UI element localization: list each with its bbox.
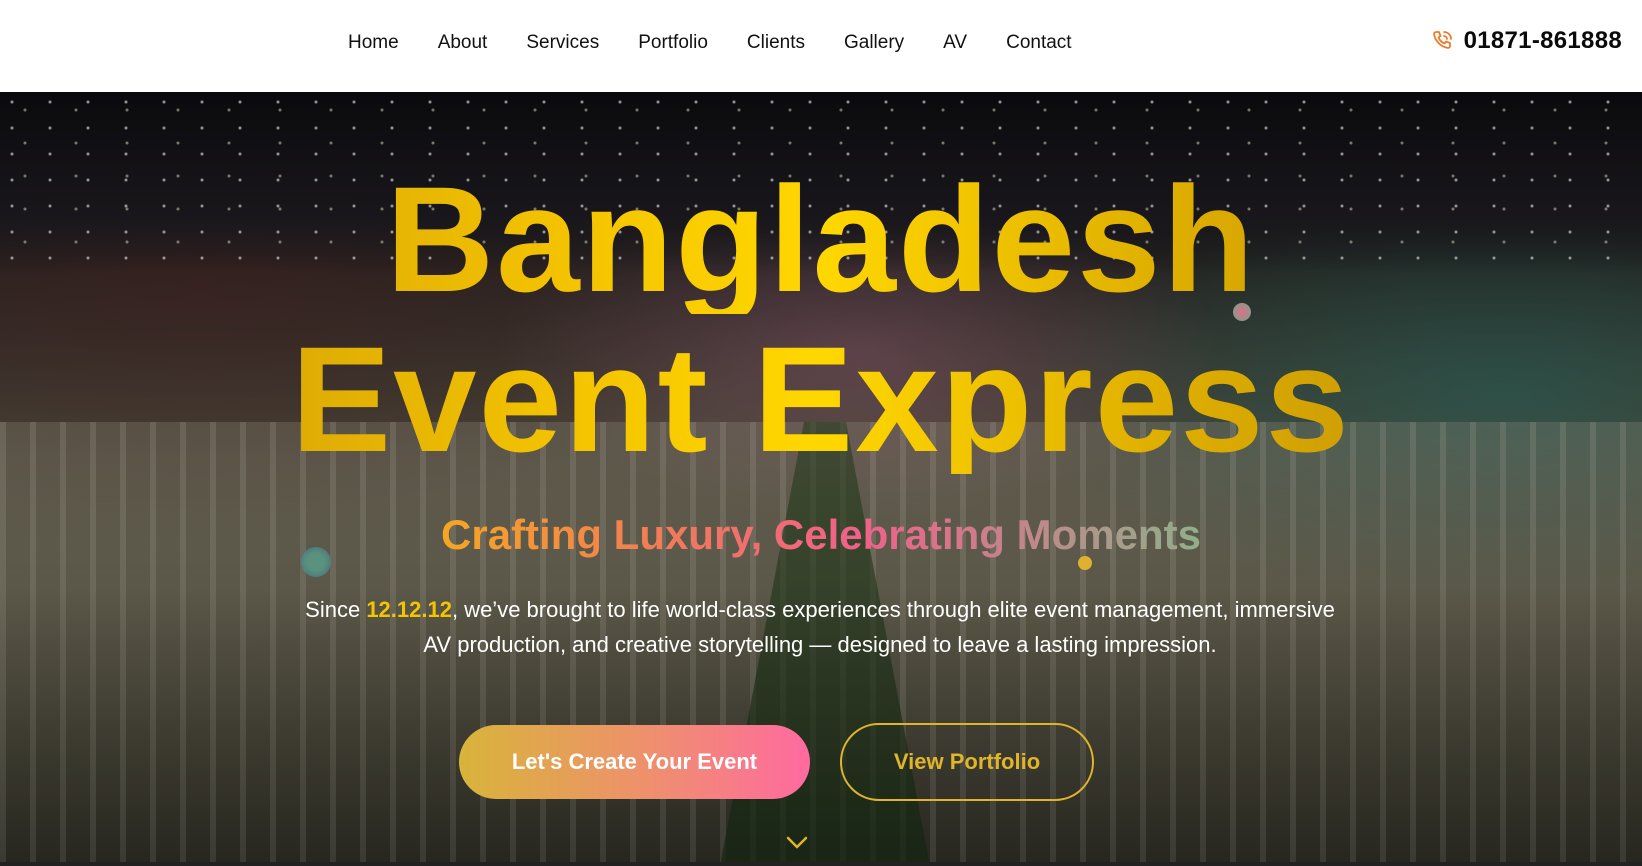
- view-portfolio-button[interactable]: View Portfolio: [840, 723, 1094, 801]
- hero-tagline: Crafting Luxury, Celebrating Moments: [0, 510, 1642, 560]
- nav-link-clients[interactable]: Clients: [747, 29, 805, 57]
- section-divider: [0, 862, 1642, 866]
- hero-intro: Since 12.12.12, we’ve brought to life wo…: [290, 592, 1350, 662]
- nav-link-about[interactable]: About: [438, 29, 488, 57]
- phone-contact[interactable]: 01871-861888: [1430, 27, 1622, 55]
- chevron-down-icon[interactable]: [786, 836, 808, 850]
- nav-link-portfolio[interactable]: Portfolio: [638, 29, 708, 57]
- intro-date: 12.12.12: [366, 597, 452, 622]
- navbar: Home About Services Portfolio Clients Ga…: [0, 0, 1642, 92]
- nav-link-home[interactable]: Home: [348, 29, 399, 57]
- create-event-button[interactable]: Let's Create Your Event: [459, 725, 810, 799]
- decorative-dot: [301, 547, 331, 577]
- nav-link-av[interactable]: AV: [943, 29, 967, 57]
- main-nav: Home About Services Portfolio Clients Ga…: [348, 29, 1111, 57]
- intro-prefix: Since: [305, 597, 367, 622]
- phone-number: 01871-861888: [1463, 27, 1622, 54]
- nav-link-services[interactable]: Services: [526, 29, 599, 57]
- intro-rest: , we’ve brought to life world-class expe…: [423, 597, 1335, 657]
- hero-tagline-text: Crafting Luxury, Celebrating Moments: [441, 511, 1201, 558]
- decorative-dot: [1078, 556, 1092, 570]
- hero-section: Bangladesh Event Express Crafting Luxury…: [0, 92, 1642, 866]
- nav-link-contact[interactable]: Contact: [1006, 29, 1071, 57]
- decorative-dot: [1233, 303, 1251, 321]
- hero-title-line1: Bangladesh: [0, 164, 1642, 314]
- hero-title-line2: Event Express: [0, 324, 1642, 474]
- nav-link-gallery[interactable]: Gallery: [844, 29, 904, 57]
- phone-icon: [1430, 29, 1454, 53]
